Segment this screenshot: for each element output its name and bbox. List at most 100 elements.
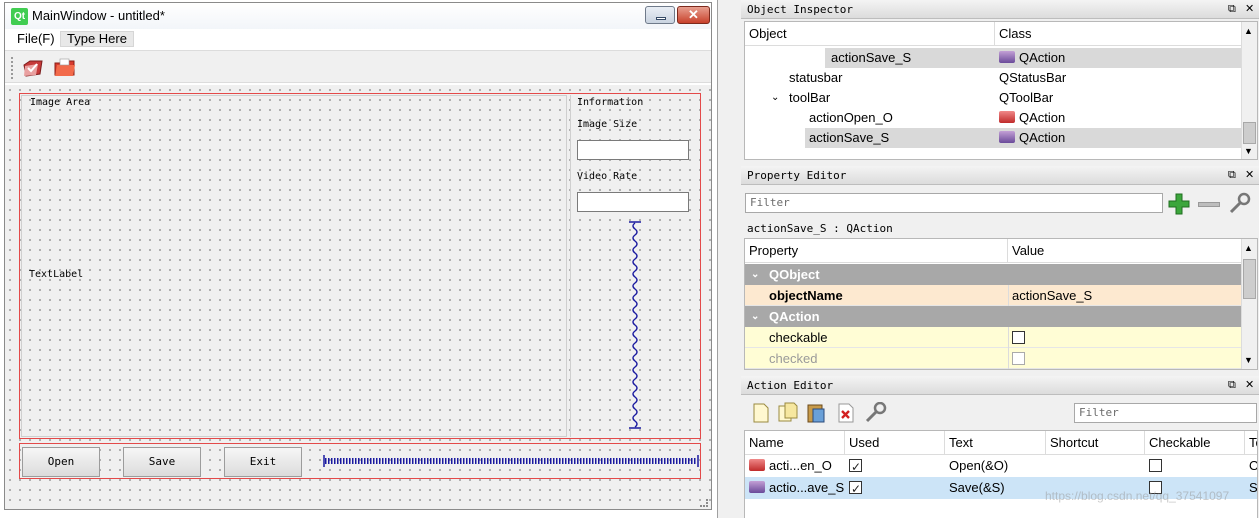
object-inspector-tree[interactable]: Object Class actionSave_S QAction status… (744, 21, 1258, 160)
configure-wrench-icon[interactable] (1227, 192, 1253, 216)
video-rate-label: Video Rate (577, 171, 638, 182)
action-editor-title: Action Editor (741, 376, 1259, 395)
tree-row-object: actionSave_S (831, 50, 912, 65)
splitter[interactable] (718, 0, 741, 518)
property-scrollbar[interactable]: ▲ ▼ (1241, 239, 1257, 369)
scroll-up-icon[interactable]: ▲ (1244, 26, 1253, 36)
tree-row-object: statusbar (789, 70, 843, 85)
main-window-form[interactable]: Qt MainWindow - untitled* ✕ File(F) Type… (4, 2, 712, 510)
checkable-checkbox[interactable] (1012, 331, 1025, 344)
action-row[interactable]: acti...en_O Open(&O) O (745, 455, 1257, 478)
tree-row-class: QStatusBar (999, 70, 1067, 85)
horizontal-spacer[interactable] (323, 453, 699, 469)
menu-type-here[interactable]: Type Here (60, 31, 134, 47)
property-row-checkable[interactable]: checkable (745, 327, 1243, 348)
property-context-label: actionSave_S : QAction (747, 222, 893, 235)
tree-row[interactable]: actionSave_S QAction (745, 128, 1243, 148)
toolbar-grip-handle[interactable] (11, 57, 14, 79)
video-rate-field[interactable] (577, 192, 689, 212)
property-name: checked (769, 351, 818, 366)
watermark: https://blog.csdn.net/qq_37541097 (1045, 489, 1230, 503)
tree-row-class: QAction (1019, 110, 1066, 125)
object-inspector-scrollbar[interactable]: ▲ ▼ (1241, 22, 1257, 159)
menu-file[interactable]: File(F) (11, 29, 61, 48)
scroll-up-icon[interactable]: ▲ (1244, 243, 1253, 253)
property-group-qobject[interactable]: ⌄ QObject (745, 264, 1243, 285)
close-icon[interactable]: ✕ (1245, 166, 1254, 185)
save-action-icon[interactable] (53, 57, 77, 79)
column-header-property[interactable]: Property (745, 239, 1008, 263)
column-header-name[interactable]: Name (745, 431, 845, 455)
object-inspector-title-text: Object Inspector (747, 3, 853, 16)
property-row-checked[interactable]: checked (745, 348, 1243, 369)
property-table[interactable]: Property Value ⌄ QObject objectName acti… (744, 238, 1258, 370)
exit-button[interactable]: Exit (224, 447, 302, 477)
close-icon[interactable]: ✕ (1245, 376, 1254, 395)
minimize-button[interactable] (645, 6, 675, 24)
property-row-objectname[interactable]: objectName actionSave_S (745, 285, 1243, 306)
add-property-icon[interactable] (1167, 192, 1191, 216)
column-header-shortcut[interactable]: Shortcut (1046, 431, 1145, 455)
tree-row[interactable]: actionOpen_O QAction (745, 108, 1243, 128)
qt-logo-icon: Qt (11, 8, 28, 25)
minimize-icon (656, 17, 666, 20)
object-inspector-title: Object Inspector (741, 0, 1259, 19)
image-area-groupbox[interactable] (21, 95, 567, 437)
close-icon: ✕ (688, 7, 699, 22)
image-size-field[interactable] (577, 140, 689, 160)
column-header-text[interactable]: Text (945, 431, 1046, 455)
central-widget: Image Area TextLabel Information Image S… (5, 85, 711, 509)
used-checkbox[interactable] (849, 456, 862, 478)
property-filter-input[interactable]: Filter (745, 193, 1163, 213)
form-menu-bar: File(F) Type Here (5, 29, 711, 49)
open-button[interactable]: Open (22, 447, 100, 477)
property-group-label: QAction (769, 309, 820, 324)
float-icon[interactable]: ⧉ (1228, 166, 1236, 185)
size-grip-icon[interactable] (700, 499, 708, 507)
action-table[interactable]: Name Used Text Shortcut Checkable To act… (744, 430, 1258, 518)
column-header-class[interactable]: Class (995, 22, 1243, 46)
remove-property-icon[interactable] (1198, 202, 1220, 207)
scroll-down-icon[interactable]: ▼ (1244, 355, 1253, 365)
close-icon[interactable]: ✕ (1245, 0, 1254, 19)
action-filter-input[interactable]: Filter (1074, 403, 1257, 423)
property-name: objectName (769, 288, 843, 303)
image-size-label: Image Size (577, 119, 638, 130)
property-value[interactable]: actionSave_S (1012, 285, 1092, 306)
column-header-tooltip[interactable]: To (1245, 431, 1257, 455)
action-text: Open(&O) (949, 458, 1009, 473)
vertical-spacer[interactable] (629, 221, 641, 429)
tree-row-object: actionSave_S (809, 130, 890, 145)
save-button[interactable]: Save (123, 447, 201, 477)
column-header-checkable[interactable]: Checkable (1145, 431, 1245, 455)
column-header-value[interactable]: Value (1008, 239, 1243, 263)
float-icon[interactable]: ⧉ (1228, 376, 1236, 395)
paste-action-icon[interactable] (805, 402, 827, 424)
tree-row[interactable]: actionSave_S QAction (745, 48, 1243, 68)
new-action-icon[interactable] (751, 402, 771, 424)
copy-action-icon[interactable] (777, 402, 799, 424)
tree-row[interactable]: ⌄ toolBar QToolBar (745, 88, 1243, 108)
tree-row[interactable]: statusbar QStatusBar (745, 68, 1243, 88)
property-group-qaction[interactable]: ⌄ QAction (745, 306, 1243, 327)
action-save-icon (999, 131, 1015, 143)
scroll-down-icon[interactable]: ▼ (1244, 146, 1253, 156)
checked-checkbox[interactable] (1012, 352, 1025, 365)
chevron-down-icon: ⌄ (751, 269, 760, 280)
action-open-icon (999, 111, 1015, 123)
configure-wrench-icon[interactable] (863, 402, 889, 424)
column-header-object[interactable]: Object (745, 22, 995, 46)
scroll-thumb[interactable] (1243, 259, 1256, 299)
action-editor-title-text: Action Editor (747, 379, 834, 392)
checkable-checkbox[interactable] (1149, 459, 1162, 472)
used-checkbox[interactable] (849, 478, 862, 500)
float-icon[interactable]: ⧉ (1228, 0, 1236, 19)
scroll-thumb[interactable] (1243, 122, 1256, 144)
form-window-title: MainWindow - untitled* (32, 8, 165, 23)
column-header-used[interactable]: Used (845, 431, 945, 455)
chevron-down-icon[interactable]: ⌄ (771, 88, 779, 108)
image-text-label[interactable]: TextLabel (29, 269, 83, 280)
close-button[interactable]: ✕ (677, 6, 710, 24)
open-action-icon[interactable] (21, 57, 45, 79)
delete-action-icon[interactable] (835, 402, 857, 424)
